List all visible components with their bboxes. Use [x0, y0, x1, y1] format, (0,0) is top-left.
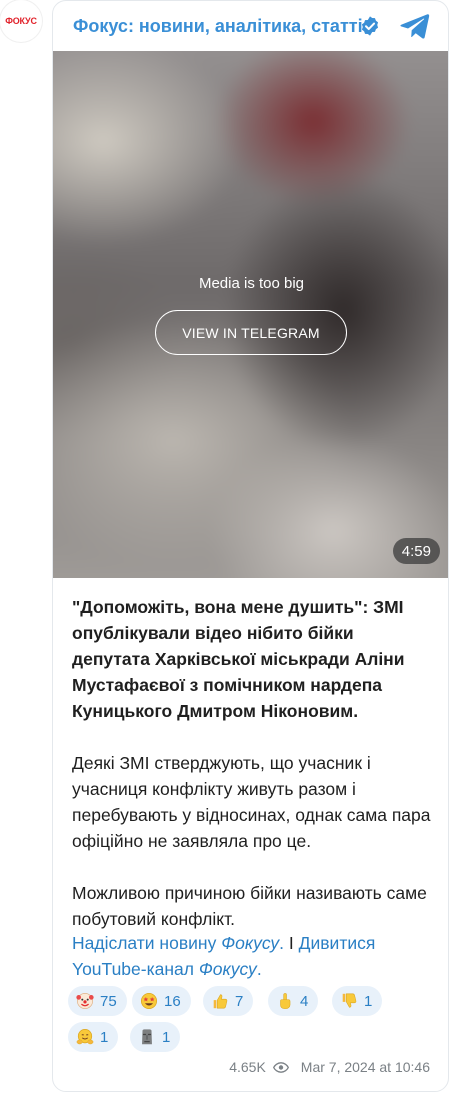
youtube-link-italic: Фокусу: [198, 959, 257, 979]
reaction-count: 75: [100, 992, 117, 1010]
reaction-middle-finger[interactable]: 4: [268, 986, 319, 1016]
thumbs-up-icon: [213, 994, 228, 1009]
submit-news-link-italic: Фокусу: [221, 933, 280, 953]
reaction-count: 4: [300, 992, 309, 1010]
eye-icon: [272, 1061, 289, 1073]
submit-news-link[interactable]: Надіслати новину Фокусу.: [72, 933, 284, 953]
post-paragraph-2: Можливою причиною бійки називають саме п…: [72, 883, 427, 929]
clown-face-icon: [76, 992, 94, 1010]
reaction-count: 1: [162, 1028, 171, 1046]
post-headline: "Допоможіть, вона мене душить": ЗМІ опуб…: [72, 597, 405, 721]
channel-avatar[interactable]: ФОКУС: [0, 0, 42, 42]
hugging-face-icon: [76, 1028, 94, 1045]
avatar-logo-text: ФОКУС: [5, 16, 37, 26]
message-header: Фокус: новини, аналітика, статті: [53, 1, 448, 51]
post-text: "Допоможіть, вона мене душить": ЗМІ опуб…: [72, 594, 432, 958]
message-card: Фокус: новини, аналітика, статті Media i…: [52, 0, 449, 1092]
post-date[interactable]: Mar 7, 2024 at 10:46: [301, 1059, 430, 1075]
star-struck-icon: [140, 992, 158, 1010]
moai-icon: [142, 1029, 152, 1045]
reaction-count: 7: [235, 992, 244, 1010]
reaction-count: 1: [100, 1028, 109, 1046]
media-too-big-label: Media is too big: [198, 275, 305, 292]
channel-name[interactable]: Фокус: новини, аналітика, статті: [73, 16, 363, 37]
telegram-plane-icon[interactable]: [400, 13, 430, 39]
submit-news-link-text: Надіслати новину: [72, 933, 222, 953]
video-duration-badge: 4:59: [392, 538, 440, 564]
post-links: Надіслати новину Фокусу. І Дивитися YouT…: [72, 930, 432, 982]
reaction-count: 16: [164, 992, 181, 1010]
thumbs-down-icon: [342, 993, 357, 1008]
verified-badge-icon: [361, 16, 379, 36]
youtube-link-suffix: .: [256, 959, 262, 979]
reaction-clown[interactable]: 75: [68, 986, 127, 1016]
reaction-count: 1: [364, 992, 373, 1010]
links-separator: І: [284, 933, 299, 953]
message-footer: 4.65K Mar 7, 2024 at 10:46: [229, 1059, 430, 1075]
views-count: 4.65K: [229, 1059, 266, 1075]
reaction-thumbs-up[interactable]: 7: [203, 986, 254, 1016]
reaction-moai[interactable]: 1: [130, 1022, 181, 1052]
reaction-star-struck[interactable]: 16: [132, 986, 191, 1016]
view-in-telegram-button[interactable]: VIEW IN TELEGRAM: [155, 310, 347, 355]
video-preview[interactable]: Media is too big VIEW IN TELEGRAM 4:59: [53, 51, 448, 578]
reaction-hugging[interactable]: 1: [68, 1022, 119, 1052]
reaction-thumbs-down[interactable]: 1: [332, 986, 383, 1016]
post-paragraph-1: Деякі ЗМІ стверджують, що учасник і учас…: [72, 753, 431, 851]
middle-finger-icon: [280, 993, 291, 1009]
